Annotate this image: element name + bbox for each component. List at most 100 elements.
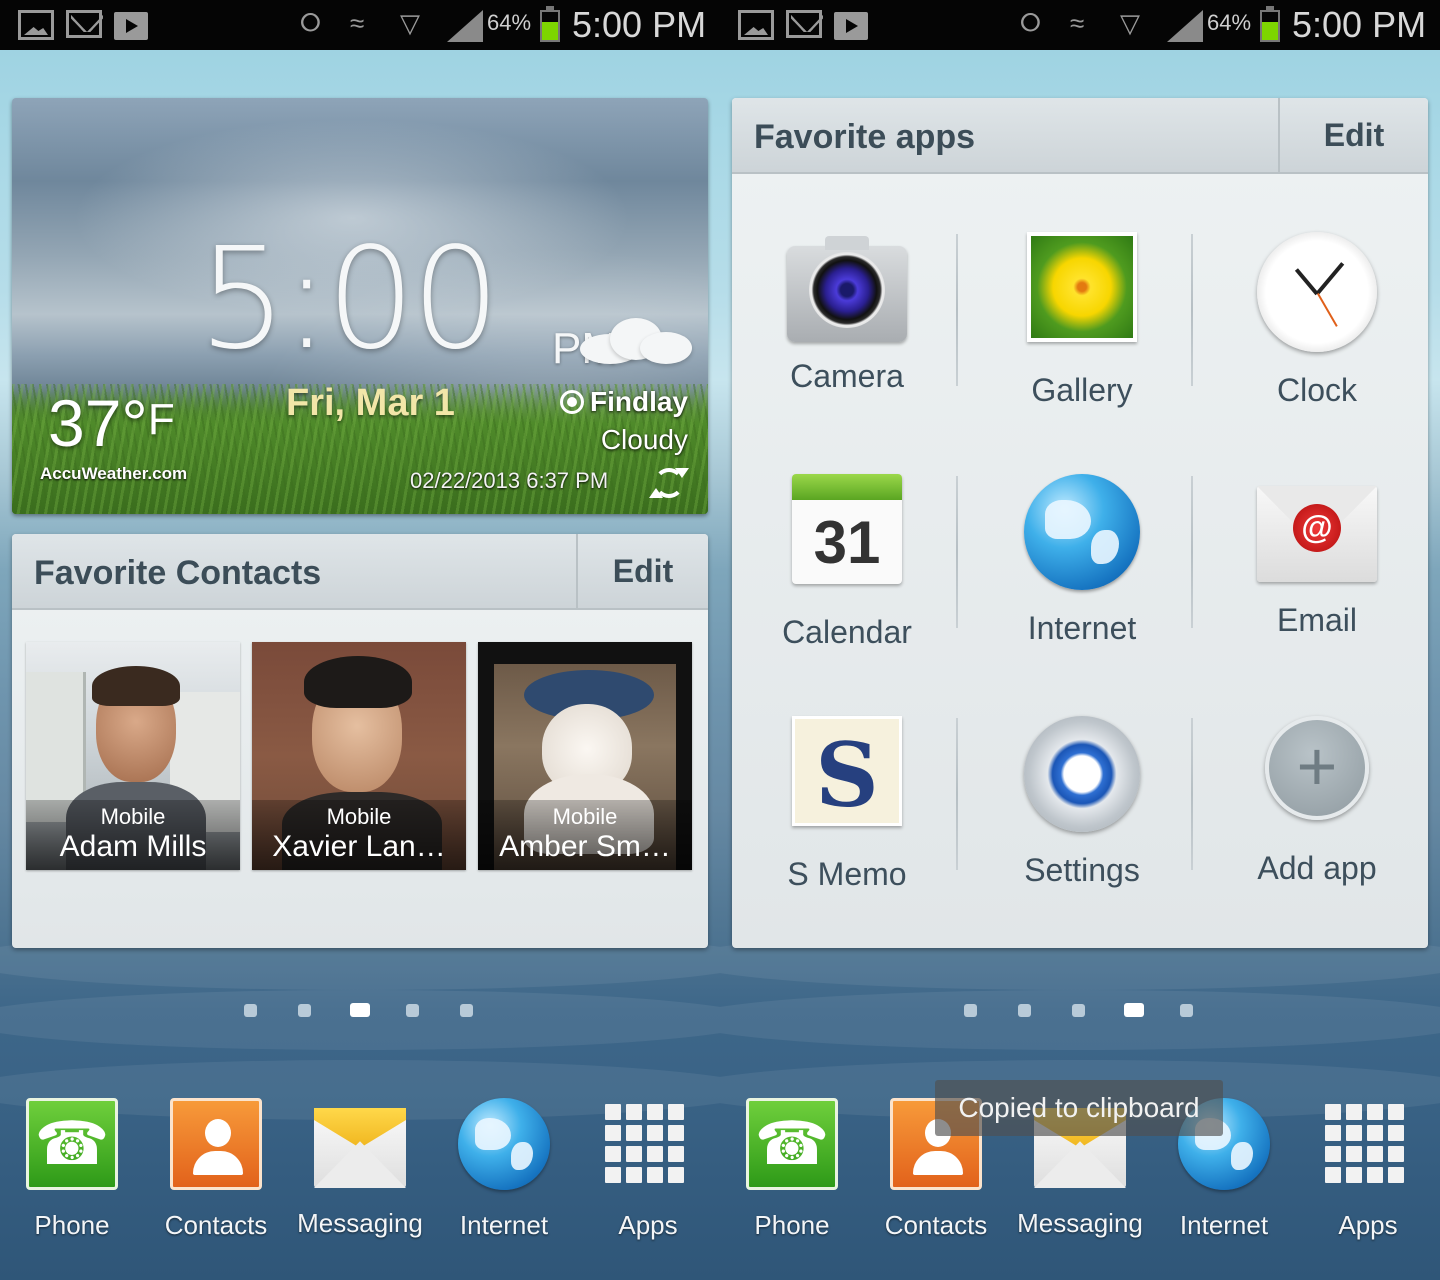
nfc-icon: ⭘ [1020, 7, 1041, 37]
contact-card[interactable]: Mobile Adam Mills [26, 642, 240, 870]
weather-updated-time: 02/22/2013 6:37 PM [410, 468, 609, 493]
favorite-contacts-header: Favorite Contacts Edit [12, 534, 708, 610]
app-gallery[interactable]: Gallery [970, 232, 1194, 409]
wifi-icon: ▽ [1120, 7, 1140, 38]
page-dot[interactable] [244, 1004, 257, 1017]
home-screen-left: ⭘ ≈ ▽ 64% 5:00 PM 5:00 PM Fri, Mar 1 37°… [0, 0, 720, 1280]
app-label: S Memo [787, 856, 907, 892]
page-dot[interactable] [1180, 1004, 1193, 1017]
calendar-date: 31 [813, 509, 881, 576]
dock-phone[interactable]: Phone [2, 1098, 142, 1241]
dock-internet[interactable]: Internet [434, 1098, 574, 1241]
battery-percent: 64% [487, 10, 532, 35]
dock-messaging[interactable]: Messaging [290, 1098, 430, 1239]
app-label: Settings [1024, 852, 1140, 888]
dock-label: Contacts [884, 1210, 988, 1240]
dock-label: Messaging [297, 1208, 423, 1238]
weather-city: Findlay [589, 386, 688, 417]
phone-icon [746, 1098, 838, 1190]
page-dot[interactable] [1072, 1004, 1085, 1017]
battery-fill [1262, 22, 1278, 40]
dock-apps[interactable]: Apps [1298, 1098, 1438, 1241]
weather-clock-widget[interactable]: 5:00 PM Fri, Mar 1 37°F AccuWeather.com … [12, 98, 708, 514]
location-icon [560, 390, 584, 414]
page-dot[interactable] [298, 1004, 311, 1017]
widget-date: Fri, Mar 1 [286, 382, 455, 424]
app-camera[interactable]: Camera [735, 232, 959, 395]
dock-label: Internet [1179, 1210, 1269, 1240]
contact-number-type: Mobile [326, 804, 392, 829]
dock-contacts[interactable]: Contacts [146, 1098, 286, 1241]
page-dot[interactable] [460, 1004, 473, 1017]
calendar-icon: 31 [792, 474, 902, 584]
favorite-contacts-widget: Favorite Contacts Edit Mobile Adam Mills [12, 534, 708, 948]
dock-label: Phone [34, 1210, 110, 1240]
page-dot-active[interactable] [350, 1003, 370, 1017]
apps-grid-icon [1322, 1098, 1414, 1190]
battery-percent: 64% [1207, 10, 1252, 35]
cloudy-weather-icon [570, 312, 696, 364]
gmail-icon [66, 10, 102, 38]
refresh-icon[interactable] [649, 468, 689, 498]
app-label: Add app [1257, 850, 1377, 886]
temperature: 37°F [48, 386, 175, 460]
favorite-apps-header: Favorite apps Edit [732, 98, 1428, 174]
status-bar: ⭘ ≈ ▽ 64% 5:00 PM [720, 0, 1440, 50]
globe-icon [458, 1098, 550, 1190]
add-icon [1265, 716, 1369, 820]
app-label: Calendar [782, 614, 912, 650]
page-dot[interactable] [964, 1004, 977, 1017]
gmail-icon [786, 10, 822, 38]
favorite-apps-widget: Favorite apps Edit Camera Gallery Clock [732, 98, 1428, 948]
favorite-apps-title: Favorite apps [754, 118, 976, 156]
app-internet[interactable]: Internet [970, 474, 1194, 647]
app-settings[interactable]: Settings [970, 716, 1194, 889]
picture-notification-icon [738, 10, 774, 40]
globe-icon [1024, 474, 1140, 590]
widget-time: 5:00 [198, 218, 500, 381]
battery-fill [542, 22, 558, 40]
picture-notification-icon [18, 10, 54, 40]
signal-icon [447, 10, 483, 42]
s-memo-icon: S [792, 716, 902, 827]
email-icon [1257, 486, 1377, 582]
page-dot[interactable] [406, 1004, 419, 1017]
dock-phone[interactable]: Phone [722, 1098, 862, 1241]
status-time: 5:00 PM [1292, 4, 1427, 45]
gallery-icon [1027, 232, 1137, 342]
app-email[interactable]: Email [1205, 474, 1428, 639]
app-label: Internet [1027, 610, 1137, 646]
battery-icon [540, 6, 560, 42]
page-dot-active[interactable] [1124, 1003, 1144, 1017]
play-store-icon [114, 12, 148, 40]
status-time: 5:00 PM [572, 4, 707, 45]
nfc-icon: ⭘ [300, 7, 321, 37]
contacts-icon [170, 1098, 262, 1190]
edit-apps-button[interactable]: Edit [1278, 98, 1428, 172]
clock-icon [1257, 232, 1377, 352]
favorite-contacts-title: Favorite Contacts [34, 554, 322, 592]
apps-grid-icon [602, 1098, 694, 1190]
vibrate-icon: ≈ [350, 7, 365, 38]
page-dot[interactable] [1018, 1004, 1031, 1017]
dock-label: Messaging [1017, 1208, 1143, 1238]
vibrate-icon: ≈ [1070, 7, 1085, 38]
dock-label: Apps [618, 1210, 678, 1240]
clipboard-toast: Copied to clipboard [935, 1080, 1223, 1136]
app-add[interactable]: Add app [1205, 716, 1428, 887]
app-label: Gallery [1031, 372, 1133, 408]
contact-number-type: Mobile [552, 804, 618, 829]
edit-contacts-button[interactable]: Edit [576, 534, 708, 608]
dock-label: Internet [459, 1210, 549, 1240]
app-calendar[interactable]: 31 Calendar [735, 474, 959, 651]
contact-card[interactable]: Mobile Amber Sm… [478, 642, 692, 870]
dock-apps[interactable]: Apps [578, 1098, 718, 1241]
app-s-memo[interactable]: S S Memo [735, 716, 959, 893]
contact-name: Xavier Lan… [272, 830, 446, 863]
contact-name: Amber Sm… [499, 830, 671, 863]
weather-condition: Cloudy [600, 424, 688, 455]
wifi-icon: ▽ [400, 7, 420, 38]
dock-label: Phone [754, 1210, 830, 1240]
contact-card[interactable]: Mobile Xavier Lan… [252, 642, 466, 870]
app-clock[interactable]: Clock [1205, 232, 1428, 409]
